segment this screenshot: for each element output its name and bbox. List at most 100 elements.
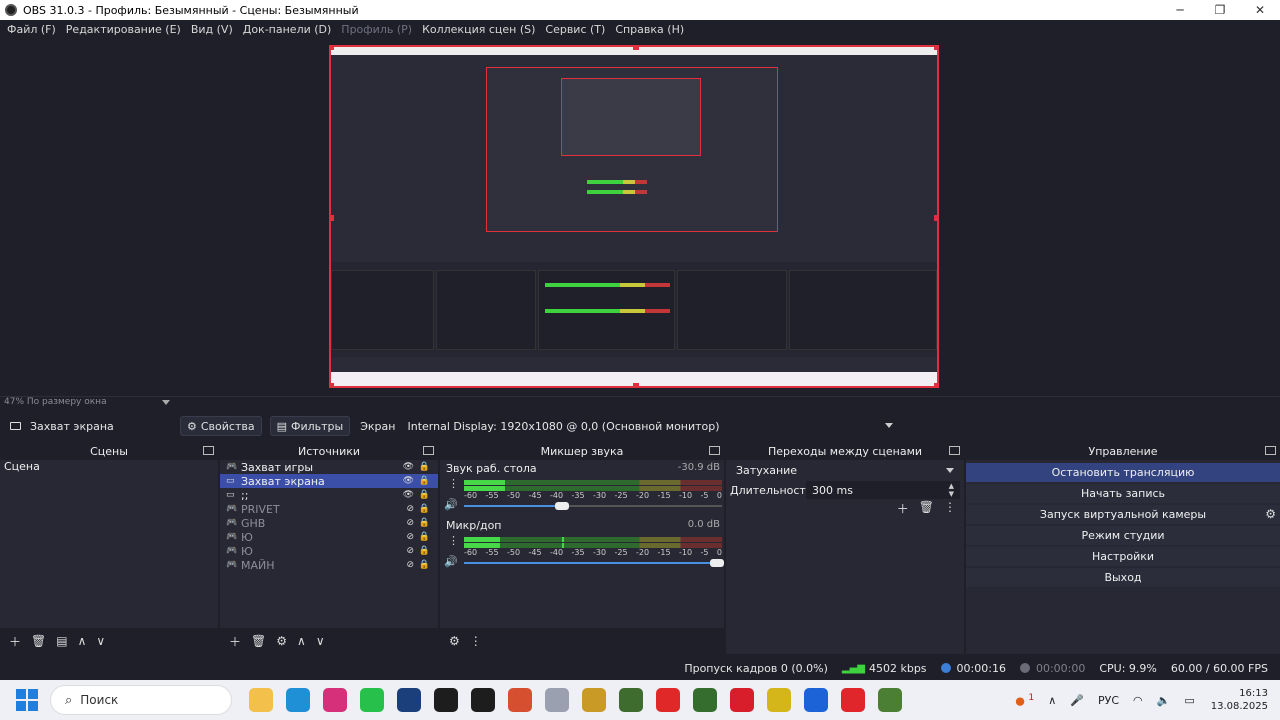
exit-button[interactable]: Выход [966, 568, 1280, 587]
lock-icon[interactable]: 🔒 [419, 490, 430, 500]
menu-edit[interactable]: Редактирование (E) [66, 23, 181, 36]
lock-icon[interactable]: 🔒 [419, 532, 430, 542]
language-indicator[interactable]: РУС [1098, 694, 1119, 707]
chevron-up-icon[interactable]: ∧ [1048, 694, 1056, 707]
filters-button[interactable]: ▤ Фильтры [269, 416, 351, 436]
eye-hidden-icon[interactable]: ⊘ [406, 560, 414, 570]
screen-capture-preview[interactable] [329, 45, 939, 388]
minecraft3-icon[interactable] [877, 688, 902, 712]
source-item[interactable]: 🎮 GHB ⊘ 🔒 [220, 516, 438, 530]
resize-handle[interactable] [331, 383, 334, 386]
opera-icon[interactable] [840, 688, 865, 712]
resize-handle[interactable] [331, 215, 334, 221]
move-down-icon[interactable]: ∨ [316, 634, 325, 648]
transition-select[interactable]: Затухание [730, 461, 960, 479]
instagram-icon[interactable] [322, 688, 347, 712]
speaker-icon[interactable]: 🔊 [444, 555, 458, 568]
lock-icon[interactable]: 🔒 [419, 546, 430, 556]
undock-icon[interactable] [1265, 446, 1276, 455]
gear-icon[interactable]: ⚙ [449, 634, 460, 648]
kebab-menu-icon[interactable]: ⋮ [448, 477, 459, 490]
eye-icon[interactable]: 👁 [403, 476, 414, 486]
menu-help[interactable]: Справка (H) [615, 23, 684, 36]
minecraft2-icon[interactable] [692, 688, 717, 712]
volume-icon[interactable]: 🔈 [1157, 694, 1171, 707]
resize-handle[interactable] [934, 383, 937, 386]
undock-icon[interactable] [203, 446, 214, 455]
wifi-icon[interactable]: ◠ [1133, 694, 1143, 707]
lock-icon[interactable]: 🔒 [419, 518, 430, 528]
resize-handle[interactable] [934, 47, 937, 50]
resize-handle[interactable] [633, 47, 639, 50]
source-item[interactable]: 🎮 PRIVET ⊘ 🔒 [220, 502, 438, 516]
duration-field[interactable]: 300 ms ▲ ▼ [806, 481, 960, 499]
studio-mode-button[interactable]: Режим студии [966, 526, 1280, 545]
menu-docks[interactable]: Док-панели (D) [243, 23, 332, 36]
clock[interactable]: 16:13 13.08.2025 [1211, 687, 1268, 713]
source-item[interactable]: 🎮 МАЙН ⊘ 🔒 [220, 558, 438, 572]
trash-icon[interactable]: 🗑 [919, 500, 934, 517]
resize-handle[interactable] [934, 215, 937, 221]
undock-icon[interactable] [423, 446, 434, 455]
eye-icon[interactable]: 👁 [403, 490, 414, 500]
lock-icon[interactable]: 🔒 [419, 504, 430, 514]
trash-icon[interactable]: 🗑 [31, 634, 46, 648]
restore-button[interactable]: ❐ [1200, 0, 1240, 20]
battery-icon[interactable]: ▭ [1184, 694, 1194, 707]
undock-icon[interactable] [949, 446, 960, 455]
resize-handle[interactable] [633, 383, 639, 386]
lock-icon[interactable]: 🔒 [419, 560, 430, 570]
speaker-icon[interactable]: 🔊 [444, 498, 458, 511]
menu-tools[interactable]: Сервис (T) [545, 23, 605, 36]
filter-icon[interactable]: ▤ [56, 634, 67, 648]
source-item[interactable]: 🎮 Ю ⊘ 🔒 [220, 544, 438, 558]
move-up-icon[interactable]: ∧ [78, 634, 87, 648]
eye-hidden-icon[interactable]: ⊘ [406, 504, 414, 514]
whatsapp-icon[interactable] [359, 688, 384, 712]
yandex-icon[interactable] [655, 688, 680, 712]
obs-icon[interactable] [433, 688, 458, 712]
taskbar-search[interactable]: ⌕ Поиск [50, 685, 232, 715]
app-red-icon[interactable] [729, 688, 754, 712]
add-icon[interactable]: ＋ [229, 633, 241, 650]
undock-icon[interactable] [709, 446, 720, 455]
start-recording-button[interactable]: Начать запись [966, 484, 1280, 503]
edge-icon[interactable] [285, 688, 310, 712]
xo-icon[interactable] [803, 688, 828, 712]
gear-icon[interactable]: ⚙ [276, 634, 287, 648]
add-icon[interactable]: ＋ [9, 633, 21, 650]
app-yellow-icon[interactable] [766, 688, 791, 712]
source-item[interactable]: 🎮 Ю ⊘ 🔒 [220, 530, 438, 544]
game-icon[interactable] [581, 688, 606, 712]
eye-hidden-icon[interactable]: ⊘ [406, 532, 414, 542]
display-select[interactable]: Internal Display: 1920x1080 @ 0,0 (Основ… [403, 416, 900, 436]
kebab-menu-icon[interactable]: ⋮ [944, 500, 956, 517]
terminal-icon[interactable] [396, 688, 421, 712]
zoom-dropdown-icon[interactable] [162, 400, 170, 405]
obs-red-icon[interactable] [470, 688, 495, 712]
eye-hidden-icon[interactable]: ⊘ [406, 546, 414, 556]
spinner-icon[interactable]: ▲ ▼ [949, 482, 954, 498]
eye-hidden-icon[interactable]: ⊘ [406, 518, 414, 528]
gear-icon[interactable]: ⚙ [1265, 507, 1276, 521]
eye-icon[interactable]: 👁 [403, 462, 414, 472]
resize-handle[interactable] [331, 47, 334, 50]
minecraft-icon[interactable] [618, 688, 643, 712]
file-explorer-icon[interactable] [248, 688, 273, 712]
minimize-button[interactable]: ─ [1160, 0, 1200, 20]
mic-icon[interactable]: 🎤 [1070, 694, 1084, 707]
windows-start-icon[interactable] [16, 689, 38, 711]
close-button[interactable]: ✕ [1240, 0, 1280, 20]
kebab-menu-icon[interactable]: ⋮ [448, 534, 459, 547]
settings-button[interactable]: Настройки [966, 547, 1280, 566]
app-icon[interactable] [544, 688, 569, 712]
menu-scene-collection[interactable]: Коллекция сцен (S) [422, 23, 535, 36]
source-item[interactable]: ▭ Захват экрана 👁 🔒 [220, 474, 438, 488]
stop-streaming-button[interactable]: Остановить трансляцию [966, 463, 1280, 482]
add-icon[interactable]: ＋ [897, 500, 909, 517]
move-down-icon[interactable]: ∨ [96, 634, 105, 648]
scene-item[interactable]: Сцена [0, 460, 218, 474]
move-up-icon[interactable]: ∧ [297, 634, 306, 648]
trash-icon[interactable]: 🗑 [251, 634, 266, 648]
volume-slider[interactable] [464, 502, 722, 510]
